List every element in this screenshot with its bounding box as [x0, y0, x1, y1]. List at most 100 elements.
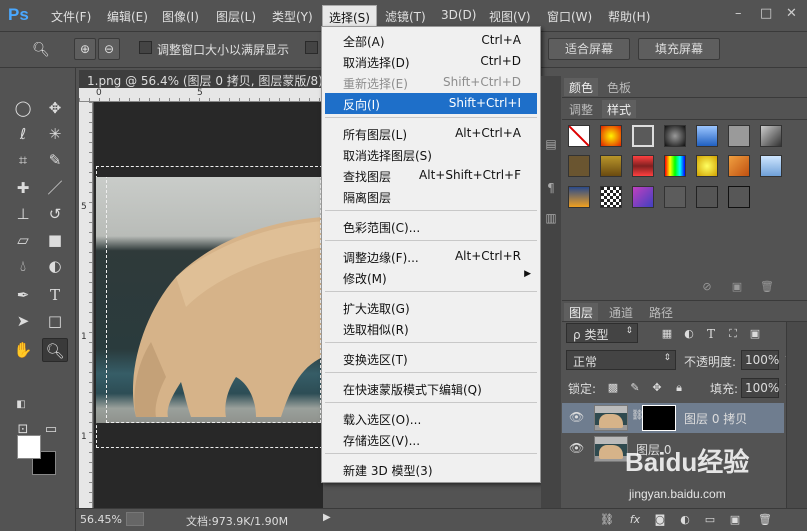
menu-3d[interactable]: 3D(D) [441, 8, 476, 22]
menu-transform-selection[interactable]: 变换选区(T) [325, 348, 537, 369]
menu-color-range[interactable]: 色彩范围(C)... [325, 216, 537, 237]
layer-name[interactable]: 图层 0 拷贝 [684, 410, 747, 427]
layer-mask-thumbnail[interactable] [642, 405, 676, 431]
minimize-button[interactable]: – [735, 6, 742, 21]
clear-style-icon[interactable]: ⊘ [694, 278, 720, 296]
tab-paths[interactable]: 路径 [644, 303, 678, 321]
zoom-out-icon[interactable]: ⊖ [98, 38, 120, 60]
delete-style-icon[interactable]: 🗑︎ [754, 278, 780, 296]
trash-icon[interactable]: 🗑︎ [752, 509, 778, 531]
style-none[interactable] [568, 125, 590, 147]
style-swatch[interactable] [568, 186, 590, 208]
tab-color[interactable]: 颜色 [564, 78, 599, 96]
zoom-tool-icon[interactable]: 🔍︎ [42, 338, 68, 362]
zoom-level[interactable]: 56.45% [80, 513, 122, 526]
menu-layer[interactable]: 图层(L) [216, 8, 256, 25]
history-brush-tool-icon[interactable]: ↺ [42, 202, 68, 226]
document-image[interactable] [96, 177, 323, 423]
blend-mode-select[interactable]: 正常 ⇕ [566, 350, 676, 370]
eyedropper-tool-icon[interactable]: ✎ [42, 148, 68, 172]
menu-select[interactable]: 选择(S) [322, 5, 377, 27]
layer-kind-filter[interactable]: ρ 类型 ⇕ [566, 323, 638, 343]
brush-tool-icon[interactable]: ／ [42, 176, 68, 200]
panel-icon[interactable]: ▥ [538, 206, 564, 230]
healing-brush-tool-icon[interactable]: ✚ [10, 176, 36, 200]
menu-file[interactable]: 文件(F) [51, 8, 91, 25]
new-layer-icon[interactable]: ▣ [722, 509, 748, 531]
style-swatch[interactable] [568, 155, 590, 177]
maximize-button[interactable]: □ [760, 6, 772, 21]
menu-window[interactable]: 窗口(W) [547, 8, 592, 25]
quick-mask-icon[interactable]: ⊡ [10, 418, 36, 442]
layer-name[interactable]: 图层 0 [636, 441, 671, 458]
fill-input[interactable]: 100% [741, 378, 779, 398]
menu-refine-edge[interactable]: 调整边缘(F)... Alt+Ctrl+R [325, 246, 537, 267]
close-button[interactable]: ✕ [786, 6, 797, 21]
style-swatch[interactable] [600, 125, 622, 147]
fill-screen-button[interactable]: 填充屏幕 [638, 38, 720, 60]
opacity-input[interactable]: 100% [741, 350, 779, 370]
lock-all-icon[interactable]: 🔒︎ [666, 376, 692, 400]
document-tab[interactable]: 1.png @ 56.4% (图层 0 拷贝, 图层蒙版/8) * [79, 70, 323, 88]
panel-icon[interactable]: ¶ [538, 176, 564, 200]
menu-filter[interactable]: 滤镜(T) [385, 8, 426, 25]
link-layers-icon[interactable]: ⛓ [594, 509, 620, 531]
style-swatch[interactable] [632, 125, 654, 147]
layer-row-selected[interactable]: 👁︎ ⛓ 图层 0 拷贝 [562, 403, 784, 433]
menu-help[interactable]: 帮助(H) [608, 8, 650, 25]
menu-load-selection[interactable]: 载入选区(O)... [325, 408, 537, 429]
menu-similar[interactable]: 选取相似(R) [325, 318, 537, 339]
status-menu-arrow-icon[interactable]: ▶ [323, 512, 331, 523]
add-mask-icon[interactable]: ◙ [647, 509, 673, 531]
menu-quick-mask[interactable]: 在快速蒙版模式下编辑(Q) [325, 378, 537, 399]
adjustment-layer-icon[interactable]: ◐ [672, 509, 698, 531]
crop-tool-icon[interactable]: ⌗ [10, 148, 36, 172]
style-swatch[interactable] [696, 125, 718, 147]
menu-select-all[interactable]: 全部(A) Ctrl+A [325, 30, 537, 51]
panel-icon[interactable]: ▤ [538, 132, 564, 156]
canvas-area[interactable] [94, 102, 323, 508]
eye-visibility-icon[interactable]: 👁︎ [569, 441, 584, 455]
style-swatch[interactable] [664, 125, 686, 147]
style-swatch[interactable] [696, 155, 718, 177]
pen-tool-icon[interactable]: ✒ [10, 283, 36, 307]
rectangle-tool-icon[interactable]: □ [42, 309, 68, 333]
zoom-in-icon[interactable]: ⊕ [74, 38, 96, 60]
style-swatch[interactable] [600, 186, 622, 208]
eraser-tool-icon[interactable]: ▱ [10, 228, 36, 252]
menu-grow[interactable]: 扩大选取(G) [325, 297, 537, 318]
blur-tool-icon[interactable]: 💧︎ [10, 254, 36, 278]
style-swatch[interactable] [632, 186, 654, 208]
layers-scrollbar[interactable] [786, 322, 807, 508]
lasso-tool-icon[interactable]: ℓ [10, 122, 36, 146]
style-swatch[interactable] [696, 186, 718, 208]
menu-image[interactable]: 图像(I) [162, 8, 199, 25]
style-swatch[interactable] [728, 125, 750, 147]
new-style-icon[interactable]: ▣ [724, 278, 750, 296]
tab-swatches[interactable]: 色板 [602, 78, 636, 96]
menu-view[interactable]: 视图(V) [489, 8, 531, 25]
zoom-tool-preset-icon[interactable]: 🔍︎ [28, 38, 54, 62]
menu-deselect[interactable]: 取消选择(D) Ctrl+D [325, 51, 537, 72]
tab-styles[interactable]: 样式 [602, 100, 637, 118]
menu-deselect-layers[interactable]: 取消选择图层(S) [325, 144, 537, 165]
menu-inverse[interactable]: 反向(I) Shift+Ctrl+I [325, 93, 537, 114]
move-tool-icon[interactable]: ✥ [42, 96, 68, 120]
default-colors-icon[interactable]: ◧ [8, 393, 34, 417]
style-swatch[interactable] [664, 155, 686, 177]
menu-isolate-layers[interactable]: 隔离图层 [325, 186, 537, 207]
style-swatch[interactable] [632, 155, 654, 177]
magic-wand-tool-icon[interactable]: ✳ [42, 122, 68, 146]
group-folder-icon[interactable]: ▭ [697, 509, 723, 531]
menu-edit[interactable]: 编辑(E) [107, 8, 148, 25]
fit-window-checkbox[interactable] [139, 41, 152, 54]
status-preview-icon[interactable] [126, 512, 144, 526]
style-swatch[interactable] [728, 155, 750, 177]
style-swatch[interactable] [760, 125, 782, 147]
zoom-all-checkbox[interactable] [305, 41, 318, 54]
filter-smart-object-icon[interactable]: ▣ [742, 322, 768, 346]
layer-row[interactable]: 👁︎ 图层 0 [562, 434, 784, 464]
gradient-tool-icon[interactable]: ■ [42, 228, 68, 252]
style-swatch[interactable] [600, 155, 622, 177]
style-swatch[interactable] [664, 186, 686, 208]
